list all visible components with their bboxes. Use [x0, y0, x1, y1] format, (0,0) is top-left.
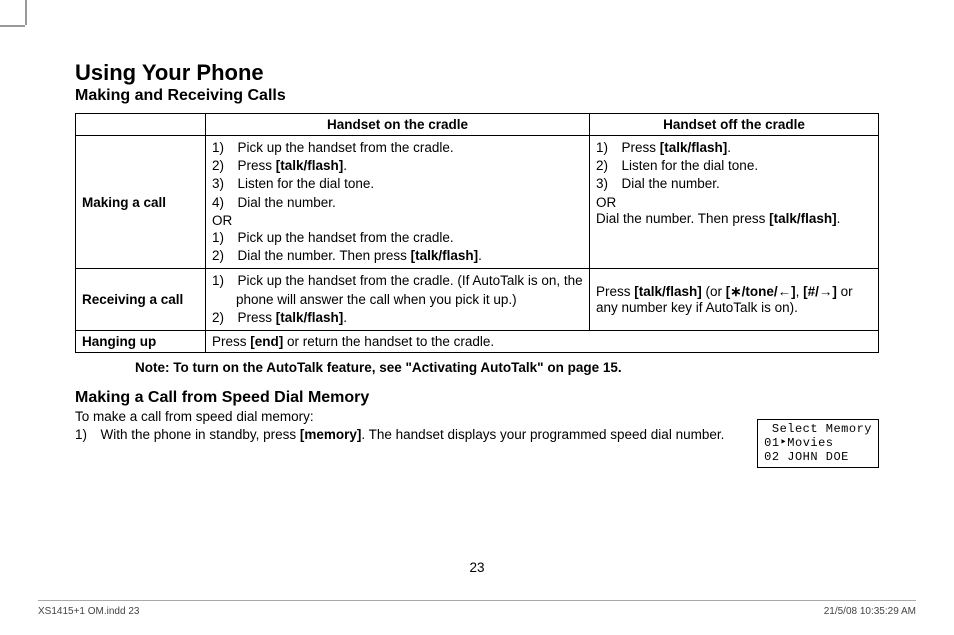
footer-divider: [38, 600, 916, 601]
row-label-receiving: Receiving a call: [76, 269, 206, 331]
list-item: 1) Pick up the handset from the cradle.: [212, 229, 583, 247]
making-off-cradle-cell: 1) Press [talk/flash]. 2) Listen for the…: [589, 136, 878, 269]
row-label-hanging: Hanging up: [76, 330, 206, 352]
speed-dial-section: Making a Call from Speed Dial Memory To …: [75, 389, 879, 444]
receiving-on-cradle-cell: 1) Pick up the handset from the cradle. …: [206, 269, 590, 331]
inline-text: Dial the number. Then press [talk/flash]…: [596, 211, 872, 226]
row-label-making: Making a call: [76, 136, 206, 269]
list-item: 1) Pick up the handset from the cradle.: [212, 139, 583, 157]
list-item: 1) Press [talk/flash].: [596, 139, 872, 157]
handset-screen-display: Select Memory 01‣Movies 02 JOHN DOE: [757, 419, 879, 468]
list-item: 2) Listen for the dial tone.: [596, 157, 872, 175]
autotalk-note: Note: To turn on the AutoTalk feature, s…: [135, 360, 879, 375]
page-title: Using Your Phone: [75, 60, 879, 86]
speed-dial-heading: Making a Call from Speed Dial Memory: [75, 389, 879, 407]
section-heading: Making and Receiving Calls: [75, 87, 879, 105]
calls-table: Handset on the cradle Handset off the cr…: [75, 113, 879, 353]
footer-left: XS1415+1 OM.indd 23: [38, 606, 139, 617]
list-item: 2) Press [talk/flash].: [212, 309, 583, 327]
hanging-up-cell: Press [end] or return the handset to the…: [206, 330, 879, 352]
list-item: 3) Listen for the dial tone.: [212, 175, 583, 193]
list-item: 4) Dial the number.: [212, 194, 583, 212]
making-on-cradle-cell: 1) Pick up the handset from the cradle. …: [206, 136, 590, 269]
crop-mark: [0, 25, 25, 27]
page-number: 23: [469, 560, 484, 575]
table-header-off-cradle: Handset off the cradle: [589, 114, 878, 136]
list-item: 2) Dial the number. Then press [talk/fla…: [212, 247, 583, 265]
crop-mark: [25, 0, 27, 25]
table-header-blank: [76, 114, 206, 136]
footer-right: 21/5/08 10:35:29 AM: [824, 606, 916, 617]
list-item: 3) Dial the number.: [596, 175, 872, 193]
footer: XS1415+1 OM.indd 23 21/5/08 10:35:29 AM: [38, 606, 916, 617]
receiving-off-cradle-cell: Press [talk/flash] (or [∗/tone/←], [#/→]…: [589, 269, 878, 331]
speed-dial-text: To make a call from speed dial memory: 1…: [75, 408, 795, 444]
table-header-on-cradle: Handset on the cradle: [206, 114, 590, 136]
list-item: 1) With the phone in standby, press [mem…: [75, 426, 795, 444]
list-item: 2) Press [talk/flash].: [212, 157, 583, 175]
or-text: OR: [212, 213, 583, 228]
or-text: OR: [596, 195, 872, 210]
list-item: 1) Pick up the handset from the cradle. …: [212, 272, 583, 308]
